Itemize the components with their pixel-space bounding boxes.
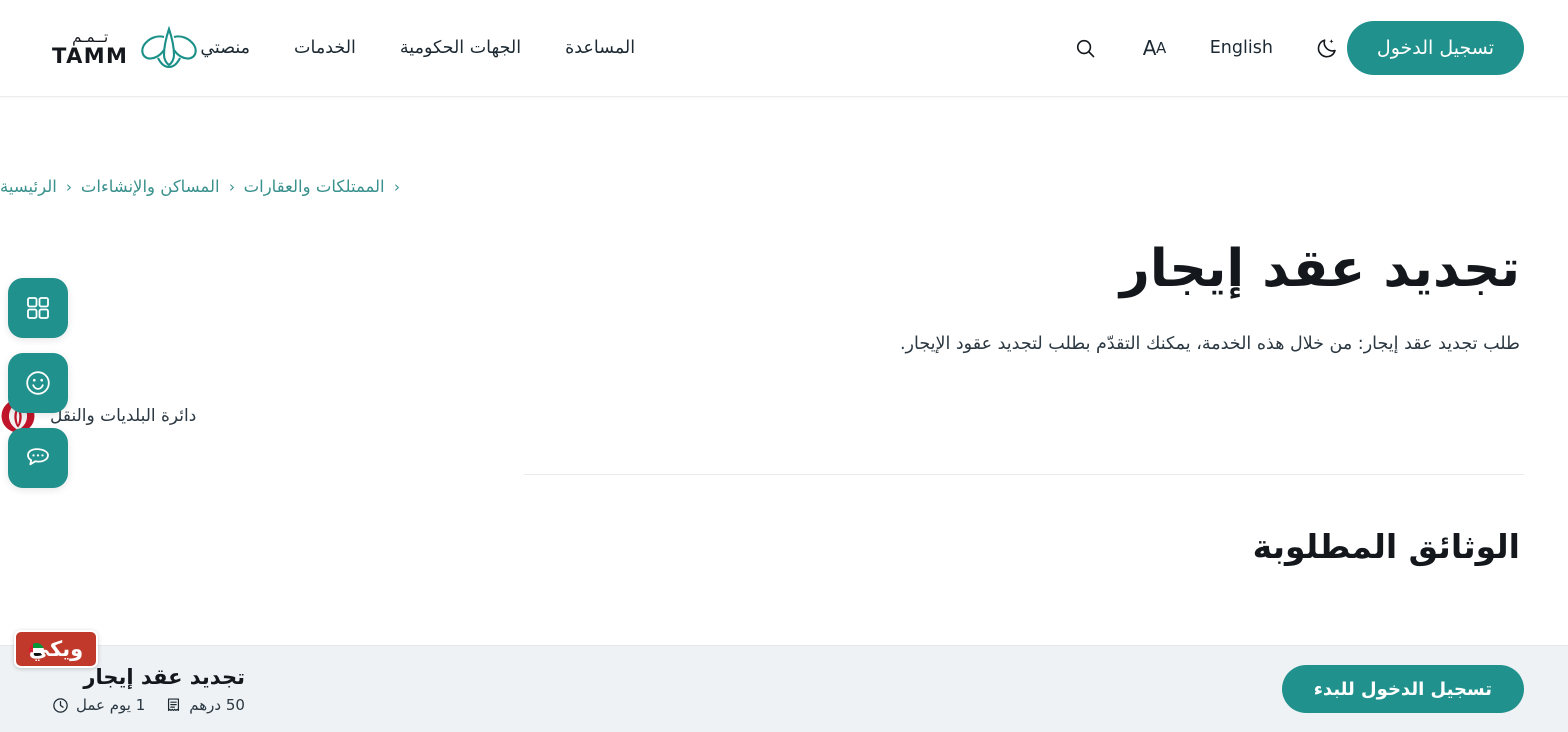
sticky-service-meta: 1 يوم عمل 50 درهم [52,696,245,714]
login-to-start-button[interactable]: تسجيل الدخول للبدء [1281,665,1524,713]
wiki-badge[interactable]: ويكي [14,630,98,668]
smiley-feedback-icon [26,371,50,395]
font-size-button[interactable]: AA [1135,28,1174,68]
page-title: تجديد عقد إيجار [1119,239,1521,299]
logo-wordmark: تــمـم TAMM [52,27,129,68]
logo-latin-text: TAMM [52,43,129,68]
nav-help[interactable]: المساعدة [565,34,635,62]
nav-services[interactable]: الخدمات [294,34,356,62]
breadcrumb-separator-icon: › [228,177,235,196]
header-utilities: AA English تسجيل الدخول [1036,21,1524,75]
chat-button[interactable] [8,428,68,488]
font-size-label-large: A [1142,36,1157,60]
department-name: دائرة البلديات والنقل [50,406,197,427]
sticky-service-bar: تجديد عقد إيجار 1 يوم عمل 50 درهم تسجيل … [0,645,1568,732]
department-row: دائرة البلديات والنقل [0,398,1524,435]
service-duration: 1 يوم عمل [52,696,145,714]
search-button[interactable] [1066,29,1105,68]
content-divider [524,474,1524,476]
main-navigation: منصتي الخدمات الجهات الحكومية المساعدة [200,34,635,62]
font-size-label-small: A [1155,39,1166,57]
nav-government-entities[interactable]: الجهات الحكومية [400,34,521,62]
required-documents-heading: الوثائق المطلوبة [1252,527,1520,567]
tamm-falcon-logo-icon [141,25,198,69]
tamm-logo[interactable]: تــمـم TAMM [52,25,200,71]
language-switch-button[interactable]: English [1202,30,1281,66]
chat-bubble-icon [27,448,49,466]
apps-grid-button[interactable] [8,278,68,338]
breadcrumb-housing-construction[interactable]: المساكن والإنشاءات [81,177,220,196]
search-icon [1076,39,1095,57]
wiki-badge-label: ويكي [28,636,84,661]
clock-icon [53,697,68,713]
breadcrumb-separator-icon: › [65,177,72,196]
page-content: الرئيسية › المساكن والإنشاءات › الممتلكا… [0,97,1568,645]
breadcrumb-property-real-estate[interactable]: الممتلكات والعقارات [244,177,385,196]
breadcrumb-home[interactable]: الرئيسية [0,177,57,196]
service-fee-label: 50 درهم [189,696,245,715]
service-duration-label: 1 يوم عمل [76,696,146,715]
floating-action-rail [8,278,68,488]
dark-mode-toggle[interactable] [1307,28,1347,68]
page-description: طلب تجديد عقد إيجار: من خلال هذه الخدمة،… [899,334,1520,355]
site-header: تــمـم TAMM منصتي الخدمات الجهات الحكومي… [0,0,1568,97]
receipt-invoice-icon [168,698,180,711]
feedback-smiley-button[interactable] [8,353,68,413]
breadcrumb: الرئيسية › المساكن والإنشاءات › الممتلكا… [0,97,1524,196]
nav-my-platform[interactable]: منصتي [200,34,250,62]
breadcrumb-separator-icon: › [393,177,400,196]
apps-grid-icon [27,297,49,319]
logo-arabic-text: تــمـم [72,27,109,46]
sticky-service-info: تجديد عقد إيجار 1 يوم عمل 50 درهم [52,664,245,714]
service-fee: 50 درهم [165,696,245,714]
moon-dark-mode-icon [1317,39,1336,58]
login-button[interactable]: تسجيل الدخول [1346,21,1524,75]
